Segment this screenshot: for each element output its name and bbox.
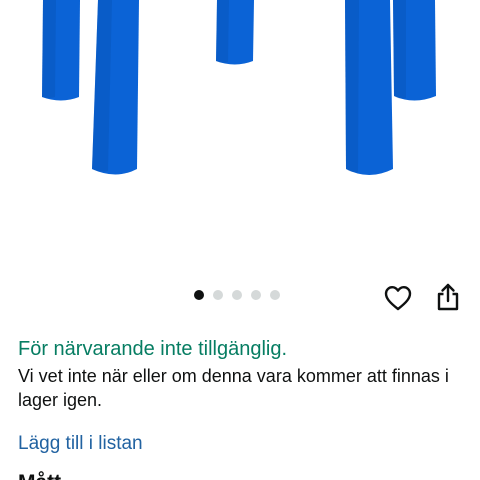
section-heading: Mått: [18, 470, 61, 480]
carousel-dot-3[interactable]: [232, 290, 242, 300]
share-icon: [437, 283, 459, 311]
carousel-dot-2[interactable]: [213, 290, 223, 300]
stool-leg-back-center-shade: [216, 0, 229, 63]
heart-outline-icon: [384, 286, 412, 311]
image-carousel-indicator: [194, 290, 280, 300]
stool-leg-back-right-shade: [393, 0, 406, 99]
product-page: För närvarande inte tillgänglig. Vi vet …: [0, 0, 480, 480]
product-image[interactable]: [0, 0, 480, 282]
stool-leg-front-right-shade: [345, 0, 359, 173]
availability-detail: Vi vet inte när eller om denna vara komm…: [18, 366, 449, 410]
carousel-dot-5[interactable]: [270, 290, 280, 300]
availability-status: För närvarande inte tillgänglig.: [18, 338, 288, 360]
carousel-dot-4[interactable]: [251, 290, 261, 300]
share-button[interactable]: [432, 281, 464, 313]
carousel-dot-1[interactable]: [194, 290, 204, 300]
stool-leg-back-left-shade: [42, 0, 56, 98]
wishlist-button[interactable]: [382, 282, 414, 314]
add-to-list-link[interactable]: Lägg till i listan: [18, 432, 143, 456]
